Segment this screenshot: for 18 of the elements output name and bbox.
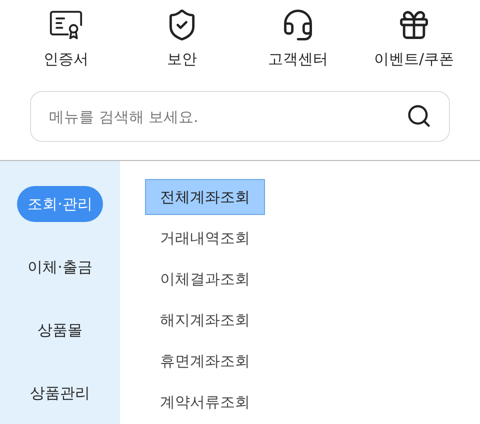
certificate-icon bbox=[49, 8, 83, 42]
search-field[interactable]: 메뉴를 검색해 보세요. bbox=[30, 91, 450, 142]
shortcut-button[interactable]: 인증서 bbox=[16, 8, 116, 78]
menu-item[interactable]: 거래내역조회 bbox=[145, 220, 265, 256]
menu-item[interactable]: 이체결과조회 bbox=[145, 261, 265, 297]
category-tab[interactable]: 상품몰 bbox=[17, 312, 103, 348]
menu-item[interactable]: 전체계좌조회 bbox=[145, 179, 265, 215]
shortcut-button[interactable]: 이벤트/쿠폰 bbox=[364, 8, 464, 78]
shortcut-button[interactable]: 보안 bbox=[132, 8, 232, 78]
headset-icon bbox=[281, 8, 315, 42]
menu-item[interactable]: 휴면계좌조회 bbox=[145, 343, 265, 379]
shortcut-button[interactable]: 고객센터 bbox=[248, 8, 348, 78]
menu-item[interactable]: 해지계좌조회 bbox=[145, 302, 265, 338]
menu-item[interactable]: 계약서류조회 bbox=[145, 384, 265, 420]
category-tab[interactable]: 이체·출금 bbox=[17, 249, 103, 285]
search-icon[interactable] bbox=[406, 103, 432, 129]
gift-icon bbox=[397, 8, 431, 42]
category-tab[interactable]: 상품관리 bbox=[17, 375, 103, 411]
